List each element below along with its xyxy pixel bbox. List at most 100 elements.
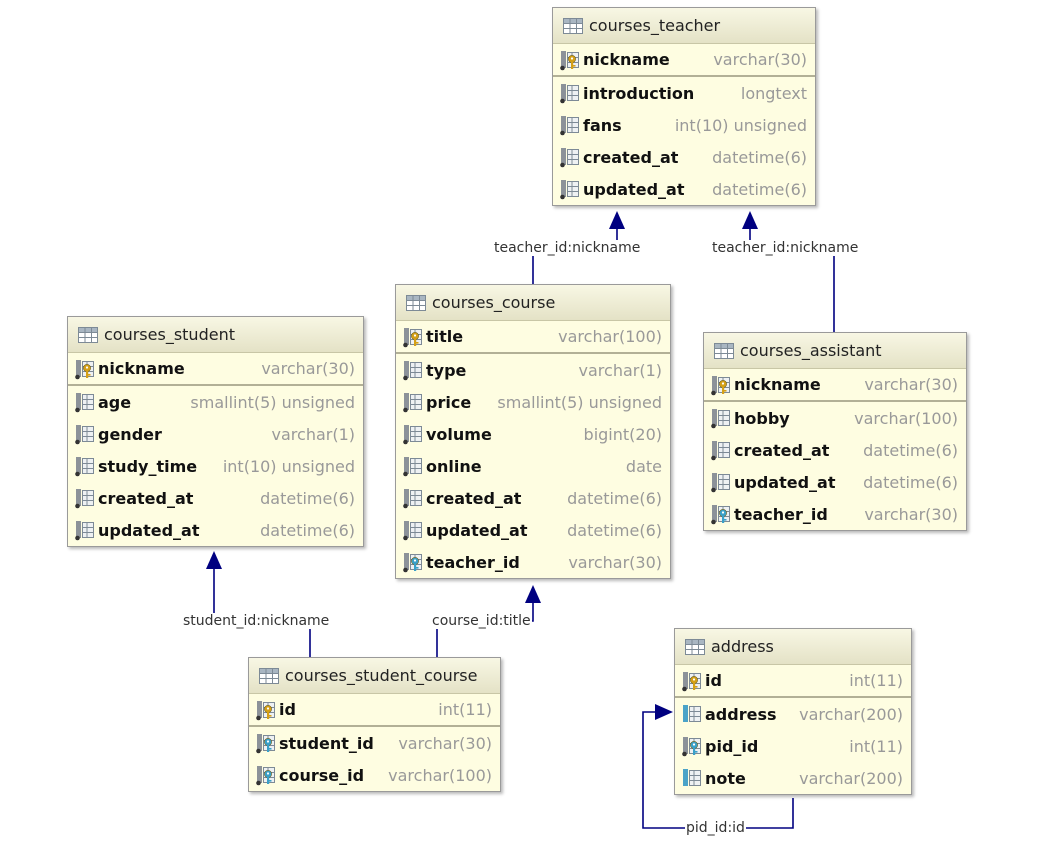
column-type: date [625, 456, 662, 476]
column-type: varchar(30) [864, 375, 958, 394]
column-icon [710, 407, 732, 429]
column-icon [710, 439, 732, 461]
column-name: note [705, 768, 746, 788]
link-label-course-teacher: teacher_id:nickname [493, 240, 642, 256]
column-type: varchar(100) [388, 765, 492, 785]
table-icon [563, 17, 583, 34]
column-row[interactable]: teacher_id varchar(30) [704, 498, 966, 530]
column-row[interactable]: created_at datetime(6) [704, 434, 966, 466]
column-row[interactable]: title varchar(100) [396, 321, 670, 354]
column-row[interactable]: updated_at datetime(6) [396, 514, 670, 546]
column-row[interactable]: student_id varchar(30) [249, 727, 500, 759]
column-name: hobby [734, 408, 790, 428]
table-address[interactable]: address id int(11) address varchar(200) pid_i… [674, 628, 912, 795]
column-row[interactable]: price smallint(5) unsigned [396, 386, 670, 418]
column-row[interactable]: nickname varchar(30) [68, 353, 363, 386]
column-type: varchar(100) [558, 327, 662, 346]
link-assistant-teacher-line[interactable] [749, 220, 835, 332]
column-row[interactable]: pid_id int(11) [675, 730, 911, 762]
column-row[interactable]: updated_at datetime(6) [68, 514, 363, 546]
column-row[interactable]: updated_at datetime(6) [553, 173, 815, 205]
column-row[interactable]: fans int(10) unsigned [553, 109, 815, 141]
column-type: datetime(6) [712, 179, 807, 199]
table-courses-student[interactable]: courses_student nickname varchar(30) age sma… [67, 316, 364, 547]
column-row[interactable]: teacher_id varchar(30) [396, 546, 670, 578]
column-row[interactable]: gender varchar(1) [68, 418, 363, 450]
column-name: online [426, 456, 482, 476]
column-row[interactable]: nickname varchar(30) [553, 44, 815, 77]
table-courses-teacher[interactable]: courses_teacher nickname varchar(30) introd… [552, 7, 816, 206]
table-courses-student-course[interactable]: courses_student_course id int(11) student_i… [248, 657, 501, 792]
column-row[interactable]: study_time int(10) unsigned [68, 450, 363, 482]
column-name: type [426, 360, 467, 380]
column-type: varchar(1) [271, 424, 355, 444]
column-type: varchar(30) [398, 733, 492, 753]
link-label-address-self: pid_id:id [685, 820, 746, 836]
column-name: nickname [98, 359, 185, 378]
column-row[interactable]: nickname varchar(30) [704, 369, 966, 402]
column-icon [74, 519, 96, 541]
table-header[interactable]: courses_student [68, 317, 363, 353]
column-name: address [705, 704, 777, 724]
foreign-key-column-icon [402, 551, 424, 573]
table-courses-course[interactable]: courses_course title varchar(100) type varch… [395, 284, 671, 579]
arrowhead-course [525, 585, 541, 603]
table-header[interactable]: courses_course [396, 285, 670, 321]
column-row[interactable]: online date [396, 450, 670, 482]
table-header[interactable]: courses_student_course [249, 658, 500, 694]
column-row[interactable]: introduction longtext [553, 77, 815, 109]
table-header[interactable]: address [675, 629, 911, 665]
column-row[interactable]: age smallint(5) unsigned [68, 386, 363, 418]
column-name: teacher_id [734, 504, 828, 524]
column-type: int(11) [849, 736, 903, 756]
column-name: nickname [583, 50, 670, 69]
table-title: address [711, 637, 774, 656]
column-icon [402, 359, 424, 381]
column-row[interactable]: id int(11) [675, 665, 911, 698]
primary-key-column-icon [402, 326, 424, 348]
column-row[interactable]: note varchar(200) [675, 762, 911, 794]
column-row[interactable]: type varchar(1) [396, 354, 670, 386]
table-icon [259, 667, 279, 684]
column-icon [559, 82, 581, 104]
column-name: nickname [734, 375, 821, 394]
link-sc-student-line[interactable] [213, 559, 311, 657]
foreign-key-column-icon [255, 764, 277, 786]
column-type: longtext [740, 83, 807, 103]
table-icon [78, 326, 98, 343]
column-type: int(11) [849, 671, 903, 690]
column-row[interactable]: created_at datetime(6) [68, 482, 363, 514]
column-name: study_time [98, 456, 198, 476]
column-row[interactable]: created_at datetime(6) [553, 141, 815, 173]
column-row[interactable]: volume bigint(20) [396, 418, 670, 450]
link-label-sc-course: course_id:title [431, 613, 532, 629]
column-type: datetime(6) [260, 520, 355, 540]
table-title: courses_assistant [740, 341, 882, 360]
arrowhead-student [206, 551, 222, 569]
indexed-column-icon [681, 703, 703, 725]
column-icon [402, 519, 424, 541]
primary-key-column-icon [710, 374, 732, 396]
table-icon [406, 294, 426, 311]
primary-key-column-icon [255, 699, 277, 721]
column-type: int(10) unsigned [222, 456, 355, 476]
table-courses-assistant[interactable]: courses_assistant nickname varchar(30) hobb… [703, 332, 967, 531]
column-row[interactable]: course_id varchar(100) [249, 759, 500, 791]
column-icon [74, 487, 96, 509]
indexed-column-icon [681, 767, 703, 789]
table-header[interactable]: courses_teacher [553, 8, 815, 44]
column-row[interactable]: address varchar(200) [675, 698, 911, 730]
column-type: smallint(5) unsigned [190, 392, 355, 412]
column-row[interactable]: id int(11) [249, 694, 500, 727]
column-row[interactable]: hobby varchar(100) [704, 402, 966, 434]
column-row[interactable]: created_at datetime(6) [396, 482, 670, 514]
column-icon [559, 114, 581, 136]
column-name: student_id [279, 733, 374, 753]
column-icon [402, 391, 424, 413]
table-header[interactable]: courses_assistant [704, 333, 966, 369]
column-name: pid_id [705, 736, 759, 756]
column-type: datetime(6) [863, 440, 958, 460]
column-name: fans [583, 115, 622, 135]
column-type: datetime(6) [567, 488, 662, 508]
column-row[interactable]: updated_at datetime(6) [704, 466, 966, 498]
